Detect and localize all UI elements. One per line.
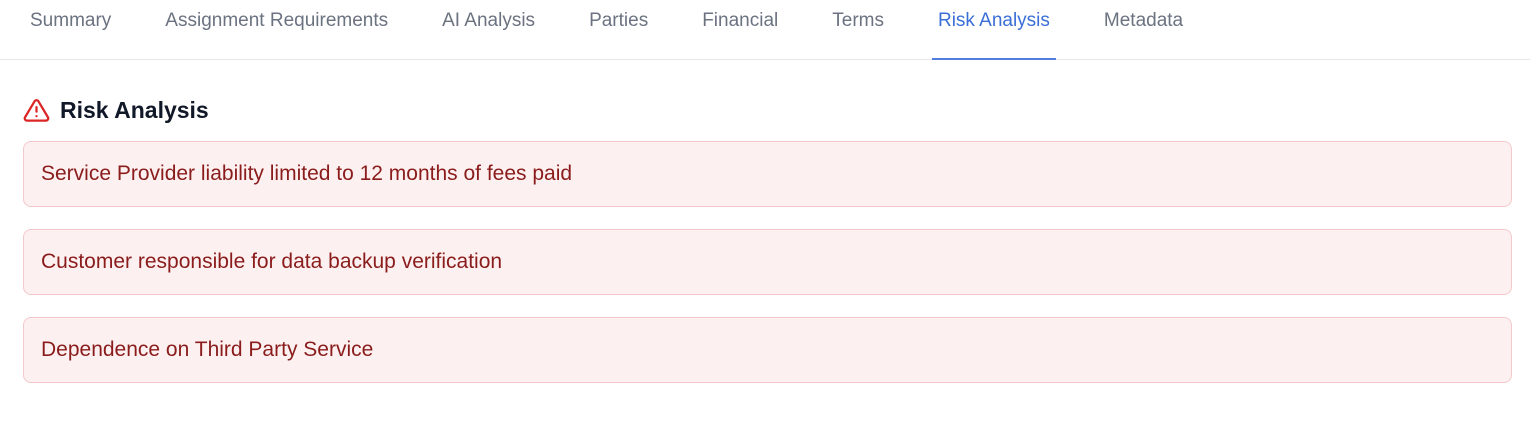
- tab-bar: Summary Assignment Requirements AI Analy…: [0, 0, 1530, 60]
- tab-metadata[interactable]: Metadata: [1098, 0, 1189, 59]
- risk-text: Dependence on Third Party Service: [41, 338, 374, 361]
- risk-item: Service Provider liability limited to 12…: [23, 141, 1512, 207]
- tab-financial[interactable]: Financial: [696, 0, 784, 59]
- risk-item: Dependence on Third Party Service: [23, 317, 1512, 383]
- tab-label: Terms: [832, 10, 884, 31]
- risk-item: Customer responsible for data backup ver…: [23, 229, 1512, 295]
- tab-ai-analysis[interactable]: AI Analysis: [436, 0, 541, 59]
- tab-label: AI Analysis: [442, 10, 536, 31]
- tab-label: Parties: [589, 10, 649, 31]
- risk-analysis-panel: Risk Analysis Service Provider liability…: [0, 90, 1530, 405]
- tab-label: Metadata: [1103, 10, 1184, 31]
- tab-terms[interactable]: Terms: [826, 0, 890, 59]
- tab-risk-analysis[interactable]: Risk Analysis: [931, 0, 1056, 60]
- tab-label: Summary: [30, 10, 112, 31]
- risk-text: Customer responsible for data backup ver…: [41, 250, 503, 273]
- tab-label: Assignment Requirements: [165, 10, 389, 31]
- tab-summary[interactable]: Summary: [24, 0, 117, 59]
- tab-parties[interactable]: Parties: [583, 0, 654, 59]
- risk-text: Service Provider liability limited to 12…: [41, 162, 573, 185]
- section-title: Risk Analysis: [60, 96, 209, 123]
- warning-triangle-icon: [23, 97, 50, 124]
- tab-label: Risk Analysis: [937, 10, 1050, 31]
- section-header: Risk Analysis: [23, 90, 1512, 130]
- tab-label: Financial: [702, 10, 779, 31]
- tab-assignment-requirements[interactable]: Assignment Requirements: [159, 0, 394, 59]
- risk-list: Service Provider liability limited to 12…: [23, 141, 1512, 405]
